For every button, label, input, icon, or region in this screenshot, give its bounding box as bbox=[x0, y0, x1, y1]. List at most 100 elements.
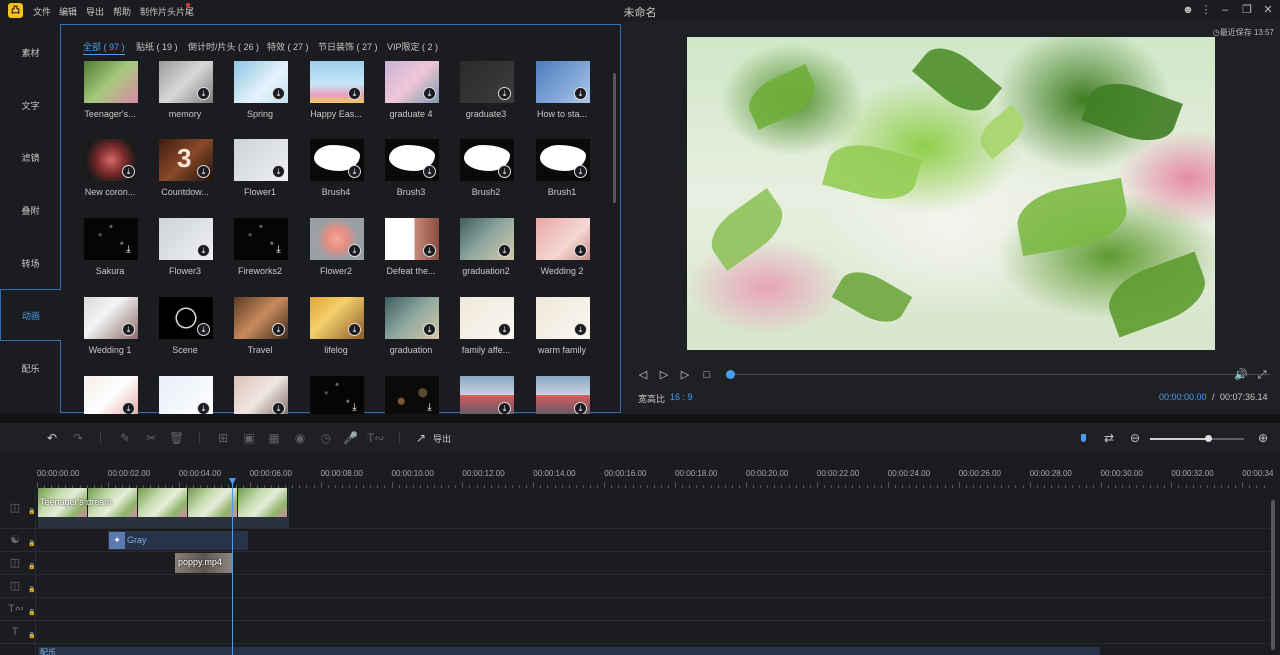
library-item-thumbnail[interactable]: ⤓ bbox=[159, 376, 213, 418]
export-icon[interactable]: ↗ bbox=[414, 431, 428, 445]
tab-vip[interactable]: VIP限定 ( 2 ) bbox=[387, 40, 438, 53]
library-item[interactable]: ⤓ graduation2 bbox=[459, 218, 515, 276]
playback-progress-knob[interactable] bbox=[726, 370, 735, 379]
freeze-frame-icon[interactable]: ▣ bbox=[242, 431, 256, 445]
sidebar-item-animation[interactable]: 动画 bbox=[0, 289, 61, 341]
video-clip[interactable]: Teenager's dream bbox=[38, 488, 289, 528]
library-item-thumbnail[interactable]: ⤓ bbox=[310, 139, 364, 181]
panel-divider[interactable] bbox=[0, 414, 1280, 423]
play-icon[interactable]: ▷ bbox=[658, 369, 670, 381]
download-icon[interactable]: ⤓ bbox=[498, 323, 511, 336]
download-icon[interactable]: ⤓ bbox=[272, 244, 285, 257]
library-item-thumbnail[interactable]: ⤓ bbox=[159, 218, 213, 260]
download-icon[interactable]: ⤓ bbox=[423, 87, 436, 100]
duration-icon[interactable]: ◷ bbox=[319, 431, 333, 445]
library-item-thumbnail[interactable]: ⤓ bbox=[84, 139, 138, 181]
library-item[interactable]: ⤓ bbox=[233, 376, 289, 418]
playback-progress-track[interactable] bbox=[730, 374, 1270, 375]
library-item[interactable]: ⤓ How to sta... bbox=[535, 61, 591, 119]
download-icon[interactable]: ⤓ bbox=[122, 323, 135, 336]
sidebar-item-filters[interactable]: 滤镜 bbox=[0, 132, 61, 184]
download-icon[interactable]: ⤓ bbox=[348, 87, 361, 100]
tab-stickers[interactable]: 贴纸 ( 19 ) bbox=[136, 40, 178, 53]
lock-icon[interactable]: 🔒 bbox=[28, 508, 35, 515]
filter-clip[interactable]: ✦ Gray bbox=[108, 531, 248, 550]
library-item[interactable]: ⤓ Flower2 bbox=[309, 218, 365, 276]
lock-icon[interactable]: 🔒 bbox=[28, 563, 35, 570]
library-item-thumbnail[interactable]: ⤓ bbox=[310, 376, 364, 418]
download-icon[interactable]: ⤓ bbox=[423, 244, 436, 257]
sidebar-item-transitions[interactable]: 转场 bbox=[0, 238, 61, 290]
library-item[interactable]: ⤓ graduation bbox=[384, 297, 440, 355]
previous-frame-icon[interactable]: ◁ bbox=[637, 369, 649, 381]
library-item[interactable]: ⤓ Spring bbox=[233, 61, 289, 119]
library-item-thumbnail[interactable]: ⤓ bbox=[536, 139, 590, 181]
library-item-thumbnail[interactable]: ⤓ bbox=[310, 218, 364, 260]
library-item-thumbnail[interactable]: ⤓ bbox=[460, 61, 514, 103]
download-icon[interactable]: ⤓ bbox=[423, 165, 436, 178]
more-menu-icon[interactable]: ⋮ bbox=[1199, 3, 1213, 17]
delete-icon[interactable]: 🗑 bbox=[169, 431, 184, 445]
library-item-thumbnail[interactable]: ⤓ bbox=[460, 218, 514, 260]
library-item-thumbnail[interactable]: ⤓ bbox=[536, 218, 590, 260]
library-item-thumbnail[interactable]: ⤓ bbox=[460, 139, 514, 181]
menu-intro-outro[interactable]: 制作片头片尾 bbox=[140, 5, 194, 18]
download-icon[interactable]: ⤓ bbox=[122, 165, 135, 178]
library-item[interactable]: ⤓ Wedding 2 bbox=[535, 218, 591, 276]
user-icon[interactable]: ☻ bbox=[1181, 3, 1195, 17]
download-icon[interactable]: ⤓ bbox=[498, 165, 511, 178]
library-item-thumbnail[interactable]: ⤓ bbox=[536, 61, 590, 103]
download-icon[interactable]: ⤓ bbox=[272, 87, 285, 100]
download-icon[interactable]: ⤓ bbox=[574, 323, 587, 336]
aspect-ratio-value[interactable]: 16 : 9 bbox=[670, 392, 693, 402]
library-item[interactable]: ⤓ Travel bbox=[233, 297, 289, 355]
tab-holiday[interactable]: 节日装饰 ( 27 ) bbox=[318, 40, 378, 53]
download-icon[interactable]: ⤓ bbox=[498, 87, 511, 100]
library-item-thumbnail[interactable]: ⤓ bbox=[159, 297, 213, 339]
library-item[interactable]: ⤓ warm family bbox=[535, 297, 591, 355]
library-item[interactable]: 3 ⤓ Countdow... bbox=[158, 139, 214, 197]
stop-icon[interactable]: □ bbox=[701, 369, 713, 381]
fullscreen-icon[interactable]: ⤢ bbox=[1256, 369, 1268, 381]
library-item-thumbnail[interactable]: ⤓ bbox=[536, 376, 590, 418]
music-clip[interactable]: 配乐 bbox=[38, 647, 1100, 655]
sidebar-item-music[interactable]: 配乐 bbox=[0, 343, 61, 395]
lock-icon[interactable]: 🔒 bbox=[28, 632, 35, 639]
download-icon[interactable]: ⤓ bbox=[348, 323, 361, 336]
library-item[interactable]: ⤓ New coron... bbox=[83, 139, 139, 197]
edit-icon[interactable]: ✎ bbox=[118, 431, 132, 445]
overlay-clip[interactable]: poppy.mp4 bbox=[175, 553, 232, 573]
library-item-thumbnail[interactable]: ⤓ bbox=[84, 297, 138, 339]
library-item-thumbnail[interactable]: ⤓ bbox=[234, 376, 288, 418]
redo-icon[interactable]: ↷ bbox=[71, 431, 85, 445]
restore-icon[interactable]: ❐ bbox=[1240, 3, 1254, 17]
lock-icon[interactable]: 🔒 bbox=[28, 586, 35, 593]
next-frame-icon[interactable]: ▷ bbox=[679, 369, 691, 381]
lock-icon[interactable]: 🔒 bbox=[28, 609, 35, 616]
library-item-thumbnail[interactable]: ⤓ bbox=[310, 61, 364, 103]
marker-icon[interactable] bbox=[1081, 434, 1086, 442]
sidebar-item-text[interactable]: 文字 bbox=[0, 80, 61, 132]
library-item[interactable]: ⤓ memory bbox=[158, 61, 214, 119]
tab-all[interactable]: 全部 ( 97 ) bbox=[83, 40, 125, 55]
library-item-thumbnail[interactable]: ⤓ bbox=[460, 297, 514, 339]
library-item-thumbnail[interactable] bbox=[84, 61, 138, 103]
download-icon[interactable]: ⤓ bbox=[272, 165, 285, 178]
lock-icon[interactable]: 🔒 bbox=[28, 540, 35, 547]
timeline-scrollbar[interactable] bbox=[1271, 500, 1275, 650]
library-item-thumbnail[interactable]: ⤓ bbox=[234, 218, 288, 260]
library-item[interactable]: ⤓ Flower3 bbox=[158, 218, 214, 276]
library-item-thumbnail[interactable]: ⤓ bbox=[84, 218, 138, 260]
library-item[interactable]: ⤓ Flower1 bbox=[233, 139, 289, 197]
sidebar-item-overlays[interactable]: 叠附 bbox=[0, 185, 61, 237]
menu-edit[interactable]: 编辑 bbox=[59, 5, 77, 18]
library-item[interactable]: ⤓ bbox=[309, 376, 365, 418]
library-item[interactable]: Teenager's... bbox=[83, 61, 139, 119]
library-item[interactable]: ⤓ Brush1 bbox=[535, 139, 591, 197]
download-icon[interactable]: ⤓ bbox=[272, 323, 285, 336]
zoom-slider-knob[interactable] bbox=[1205, 435, 1212, 442]
snapshot-icon[interactable]: ◉ bbox=[293, 431, 307, 445]
library-item-thumbnail[interactable]: ⤓ bbox=[385, 376, 439, 418]
library-item[interactable]: ⤓ Brush2 bbox=[459, 139, 515, 197]
menu-file[interactable]: 文件 bbox=[33, 5, 51, 18]
